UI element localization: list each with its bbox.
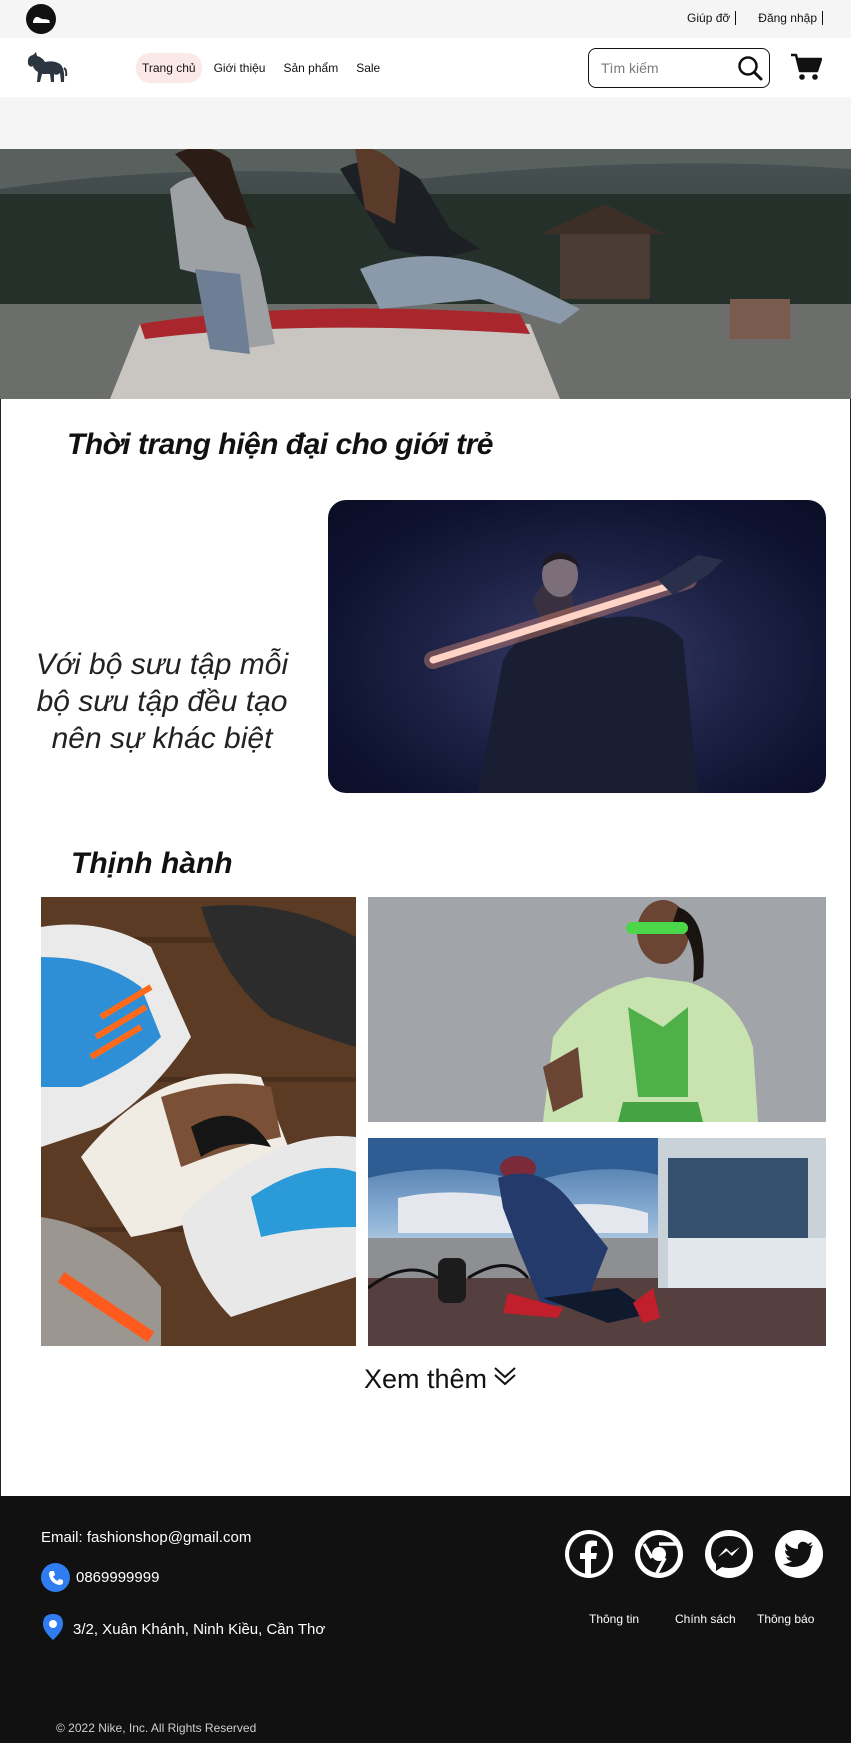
nav-menu: Trang chủ Giới thiệu Sản phẩm Sale — [136, 53, 386, 83]
sneakers-collection-photo[interactable] — [41, 897, 356, 1346]
intro-heading: Thời trang hiện đại cho giới trẻ — [67, 428, 493, 461]
messenger-icon[interactable] — [705, 1530, 753, 1578]
login-link[interactable]: Đăng nhập — [758, 11, 823, 25]
footer-email: Email: fashionshop@gmail.com — [41, 1529, 252, 1546]
panther-logo-icon[interactable] — [24, 48, 68, 86]
cart-icon[interactable] — [790, 52, 823, 82]
search-input[interactable] — [601, 60, 731, 76]
footer-phone-number: 0869999999 — [76, 1569, 160, 1586]
nav-item-about[interactable]: Giới thiệu — [208, 53, 272, 83]
top-utility-bar: Giúp đỡ Đăng nhập — [0, 0, 851, 38]
social-icons — [565, 1530, 823, 1578]
trending-heading: Thịnh hành — [71, 847, 233, 880]
woman-green-outfit-photo[interactable] — [368, 897, 826, 1122]
intro-tagline: Với bộ sưu tập mỗi bộ sưu tập đều tạo nê… — [35, 648, 289, 755]
man-street-style-photo[interactable] — [368, 1138, 826, 1346]
shoe-icon[interactable] — [26, 4, 56, 34]
facebook-icon[interactable] — [565, 1530, 613, 1578]
utility-links: Giúp đỡ Đăng nhập — [687, 11, 823, 25]
search-box — [588, 48, 770, 88]
woman-holding-neon-light-photo — [328, 500, 826, 793]
copyright: © 2022 Nike, Inc. All Rights Reserved — [56, 1721, 257, 1735]
location-pin-icon — [41, 1613, 65, 1645]
twitter-icon[interactable] — [775, 1530, 823, 1578]
nav-item-home[interactable]: Trang chủ — [136, 53, 202, 83]
nav-item-sale[interactable]: Sale — [350, 53, 386, 83]
footer-address: 3/2, Xuân Khánh, Ninh Kiều, Cần Thơ — [41, 1613, 325, 1645]
view-more-button[interactable]: Xem thêm — [364, 1364, 517, 1395]
main-nav: Trang chủ Giới thiệu Sản phẩm Sale — [0, 38, 851, 97]
footer: Email: fashionshop@gmail.com 0869999999 … — [0, 1496, 851, 1743]
two-women-sitting-on-car-photo — [0, 149, 851, 399]
double-chevron-down-icon — [493, 1364, 517, 1395]
nav-item-products[interactable]: Sản phẩm — [277, 53, 344, 83]
help-link[interactable]: Giúp đỡ — [687, 11, 737, 25]
view-more-label: Xem thêm — [364, 1364, 488, 1394]
chrome-icon[interactable] — [635, 1530, 683, 1578]
footer-phone: 0869999999 — [41, 1563, 159, 1592]
phone-icon — [41, 1563, 70, 1592]
footer-link-policy[interactable]: Chính sách — [675, 1612, 736, 1626]
search-icon[interactable] — [737, 55, 763, 81]
footer-link-notice[interactable]: Thông báo — [757, 1612, 814, 1626]
spacer-band — [0, 97, 851, 149]
footer-link-info[interactable]: Thông tin — [589, 1612, 639, 1626]
footer-address-text: 3/2, Xuân Khánh, Ninh Kiều, Cần Thơ — [73, 1620, 326, 1638]
